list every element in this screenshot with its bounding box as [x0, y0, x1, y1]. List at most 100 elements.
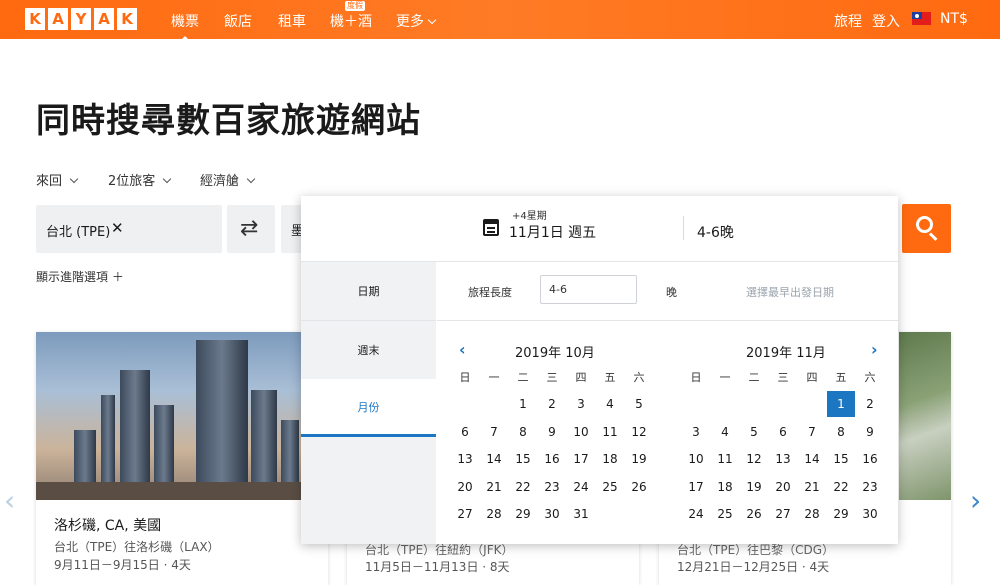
calendar-day[interactable]: 13 [769, 446, 797, 472]
calendar-day[interactable]: 2 [538, 391, 566, 417]
calendar-day[interactable]: 22 [827, 474, 855, 500]
advanced-options-link[interactable]: 顯示進階選項 ＋ [36, 268, 124, 285]
calendar-day[interactable]: 18 [596, 446, 624, 472]
prev-month-icon[interactable]: ‹ [459, 340, 466, 359]
calendar-day[interactable]: 20 [769, 474, 797, 500]
travelers-dropdown[interactable]: 2位旅客 [108, 170, 172, 189]
calendar-day[interactable]: 25 [711, 501, 739, 527]
calendar-day[interactable]: 21 [798, 474, 826, 500]
carousel-prev-arrow-icon[interactable]: ‹ [4, 484, 15, 517]
cabin-dropdown[interactable]: 經濟艙 [200, 170, 256, 189]
calendar-day[interactable]: 13 [451, 446, 479, 472]
calendar-day[interactable]: 19 [740, 474, 768, 500]
calendar-day[interactable]: 22 [509, 474, 537, 500]
deal-card-los-angeles[interactable]: 洛杉磯, CA, 美國 台北（TPE）往洛杉磯（LAX） 9月11日－9月15日… [36, 332, 328, 585]
nav-trips[interactable]: 旅程 [834, 11, 862, 31]
calendar-day[interactable]: 10 [567, 419, 595, 445]
calendar-day[interactable]: 30 [856, 501, 884, 527]
calendar-day[interactable]: 28 [798, 501, 826, 527]
origin-value: 台北 (TPE) [46, 225, 111, 240]
search-icon-handle [928, 232, 938, 241]
calendar-day[interactable]: 18 [711, 474, 739, 500]
calendar-day[interactable]: 5 [625, 391, 653, 417]
calendar-day[interactable]: 23 [856, 474, 884, 500]
calendar-day[interactable]: 14 [480, 446, 508, 472]
trip-length-input[interactable] [540, 275, 637, 304]
calendar-day[interactable]: 27 [769, 501, 797, 527]
carousel-next-arrow-icon[interactable]: › [970, 484, 981, 517]
clear-origin-icon[interactable]: ✕ [111, 219, 124, 237]
calendar-day[interactable]: 19 [625, 446, 653, 472]
search-button[interactable] [902, 204, 951, 253]
calendar-day[interactable]: 2 [856, 391, 884, 417]
building [120, 370, 150, 500]
calendar-day[interactable]: 24 [567, 474, 595, 500]
packages-badge: 度假 [345, 1, 365, 11]
calendar-day[interactable]: 4 [596, 391, 624, 417]
calendar-day[interactable]: 20 [451, 474, 479, 500]
calendar-day[interactable]: 29 [827, 501, 855, 527]
calendar-day[interactable]: 30 [538, 501, 566, 527]
weekday-header: 六 [633, 371, 645, 384]
calendar-day[interactable]: 11 [596, 419, 624, 445]
weekday-header: 四 [806, 371, 818, 384]
calendar-day[interactable]: 10 [682, 446, 710, 472]
nav-flights[interactable]: 機票 [171, 11, 199, 43]
weekday-header: 四 [575, 371, 587, 384]
calendar-day[interactable]: 26 [740, 501, 768, 527]
calendar-day[interactable]: 15 [509, 446, 537, 472]
nav-more[interactable]: 更多 [396, 11, 437, 31]
calendar-day[interactable]: 4 [711, 419, 739, 445]
tab-month[interactable]: 月份 [301, 379, 436, 437]
calendar-day[interactable]: 11 [711, 446, 739, 472]
calendar-day[interactable]: 7 [480, 419, 508, 445]
calendar-day[interactable]: 28 [480, 501, 508, 527]
departure-date[interactable]: 11月1日 週五 [509, 222, 596, 242]
nav-cars[interactable]: 租車 [278, 11, 306, 31]
calendar-day[interactable]: 31 [567, 501, 595, 527]
calendar-day[interactable]: 14 [798, 446, 826, 472]
origin-field[interactable]: 台北 (TPE) ✕ [36, 205, 222, 253]
tab-weekends[interactable]: 週末 [301, 321, 436, 379]
calendar-day[interactable]: 17 [567, 446, 595, 472]
calendar-day[interactable]: 7 [798, 419, 826, 445]
date-picker-header: +4星期 11月1日 週五 4-6晚 [301, 196, 898, 262]
calendar-day[interactable]: 3 [567, 391, 595, 417]
kayak-logo[interactable]: K A Y A K [25, 8, 137, 30]
calendar-day[interactable]: 29 [509, 501, 537, 527]
calendar-day[interactable]: 27 [451, 501, 479, 527]
calendar-day[interactable]: 23 [538, 474, 566, 500]
calendar-day[interactable]: 6 [451, 419, 479, 445]
calendar-day[interactable]: 5 [740, 419, 768, 445]
weekday-header: 五 [835, 371, 847, 384]
calendar-day[interactable]: 3 [682, 419, 710, 445]
calendar-day[interactable]: 6 [769, 419, 797, 445]
calendar-day[interactable]: 8 [509, 419, 537, 445]
nights-range[interactable]: 4-6晚 [697, 222, 734, 242]
calendar-day[interactable]: 21 [480, 474, 508, 500]
tab-exact-dates[interactable]: 日期 [301, 262, 436, 320]
calendar-day[interactable]: 26 [625, 474, 653, 500]
night-unit-label: 晚 [666, 286, 677, 299]
calendar-day[interactable]: 16 [538, 446, 566, 472]
calendar-day[interactable]: 15 [827, 446, 855, 472]
calendar-day[interactable]: 8 [827, 419, 855, 445]
weekday-header: 三 [546, 371, 558, 384]
taiwan-flag-icon[interactable] [912, 12, 931, 25]
calendar-day[interactable]: 24 [682, 501, 710, 527]
nav-packages[interactable]: 機＋酒 [330, 11, 372, 31]
calendar-day-selected[interactable]: 1 [827, 391, 855, 417]
next-month-icon[interactable]: › [871, 340, 878, 359]
calendar-day[interactable]: 25 [596, 474, 624, 500]
calendar-day[interactable]: 12 [740, 446, 768, 472]
nav-hotels[interactable]: 飯店 [224, 11, 252, 31]
calendar-day[interactable]: 16 [856, 446, 884, 472]
calendar-day[interactable]: 12 [625, 419, 653, 445]
trip-type-dropdown[interactable]: 來回 [36, 170, 79, 189]
currency-selector[interactable]: NT$ [940, 11, 968, 27]
calendar-day[interactable]: 9 [538, 419, 566, 445]
calendar-day[interactable]: 9 [856, 419, 884, 445]
calendar-day[interactable]: 1 [509, 391, 537, 417]
calendar-day[interactable]: 17 [682, 474, 710, 500]
nav-login[interactable]: 登入 [872, 11, 900, 31]
